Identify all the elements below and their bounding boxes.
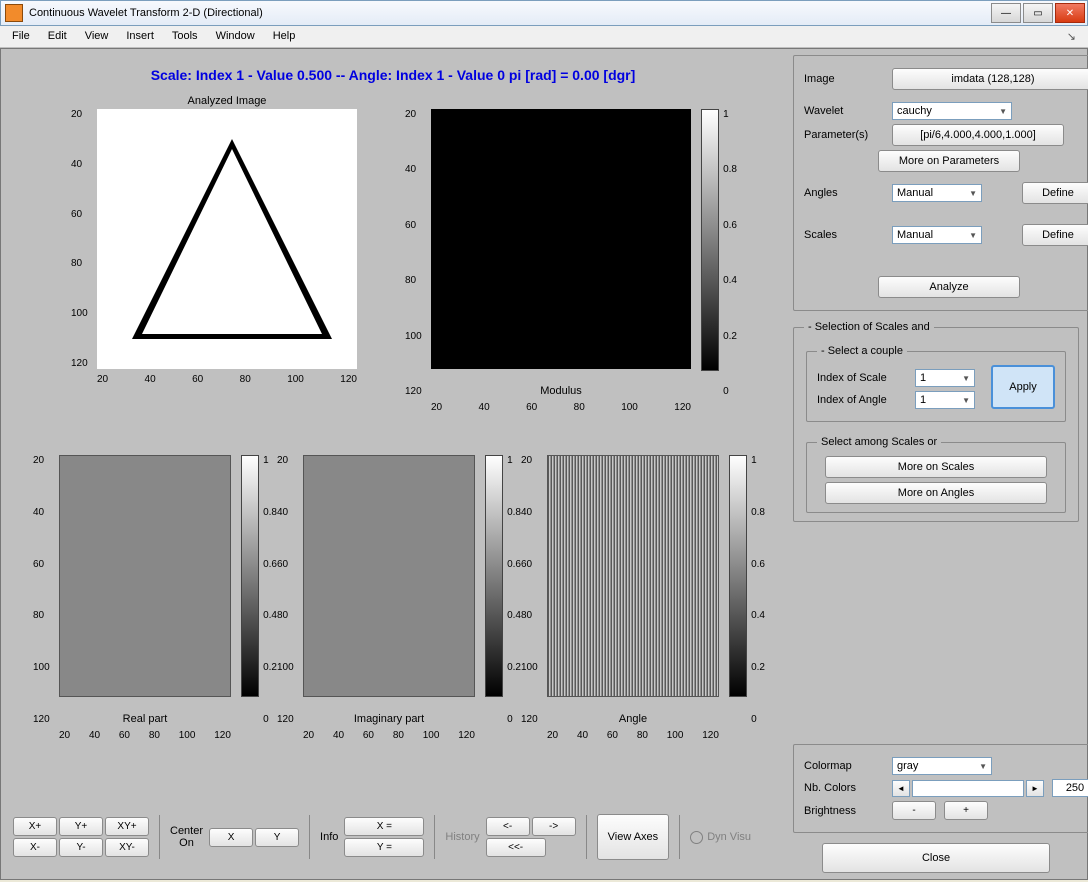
analyzed-image-plot	[97, 109, 357, 369]
scales-define-button[interactable]: Define	[1022, 224, 1088, 246]
dyn-visu-radio: Dyn Visu	[690, 831, 751, 844]
scales-dropdown[interactable]: Manual▼	[892, 226, 982, 244]
center-on-label: Center On	[170, 825, 203, 849]
info-x-button[interactable]: X =	[344, 817, 424, 836]
yminus-button[interactable]: Y-	[59, 838, 103, 857]
menu-edit[interactable]: Edit	[48, 30, 67, 43]
more-angles-button[interactable]: More on Angles	[825, 482, 1047, 504]
more-scales-button[interactable]: More on Scales	[825, 456, 1047, 478]
yplus-button[interactable]: Y+	[59, 817, 103, 836]
nbcolors-value[interactable]: 250	[1052, 779, 1088, 797]
header-text: Scale: Index 1 - Value 0.500 -- Angle: I…	[7, 55, 779, 95]
imag-part-plot	[303, 455, 475, 697]
angles-define-button[interactable]: Define	[1022, 182, 1088, 204]
params-label: Parameter(s)	[804, 129, 884, 141]
history-fwd-button[interactable]: ->	[532, 817, 576, 836]
wavelet-dropdown[interactable]: cauchy▼	[892, 102, 1012, 120]
angle-colorbar	[729, 455, 747, 697]
analyzed-yticks: 20406080100120	[71, 109, 88, 369]
info-label: Info	[320, 831, 338, 843]
real-part-plot	[59, 455, 231, 697]
angles-label: Angles	[804, 187, 884, 199]
analyzed-xticks: 20406080100120	[97, 374, 357, 385]
history-label: History	[445, 831, 479, 843]
menu-window[interactable]: Window	[216, 30, 255, 43]
modulus-xticks: 20406080100120	[431, 402, 691, 413]
close-window-button[interactable]: ✕	[1055, 3, 1085, 23]
history-back-button[interactable]: <-	[486, 817, 530, 836]
window-title: Continuous Wavelet Transform 2-D (Direct…	[27, 7, 989, 19]
close-button[interactable]: Close	[822, 843, 1050, 873]
colormap-label: Colormap	[804, 760, 884, 772]
scales-label: Scales	[804, 229, 884, 241]
brightness-minus-button[interactable]: -	[892, 801, 936, 820]
view-axes-button[interactable]: View Axes	[597, 814, 670, 860]
brightness-plus-button[interactable]: +	[944, 801, 988, 820]
center-y-button[interactable]: Y	[255, 828, 299, 847]
modulus-colorbar	[701, 109, 719, 371]
brightness-label: Brightness	[804, 805, 884, 817]
minimize-button[interactable]: —	[991, 3, 1021, 23]
xplus-button[interactable]: X+	[13, 817, 57, 836]
wavelet-label: Wavelet	[804, 105, 884, 117]
modulus-xlabel: Modulus	[431, 369, 691, 397]
params-button[interactable]: [pi/6,4.000,4.000,1.000]	[892, 124, 1064, 146]
analyze-button[interactable]: Analyze	[878, 276, 1020, 298]
xyplus-button[interactable]: XY+	[105, 817, 149, 836]
index-scale-dropdown[interactable]: 1▼	[915, 369, 975, 387]
real-xlabel: Real part	[59, 697, 231, 725]
menu-insert[interactable]: Insert	[126, 30, 154, 43]
imag-colorbar	[485, 455, 503, 697]
apply-button[interactable]: Apply	[991, 365, 1055, 409]
center-x-button[interactable]: X	[209, 828, 253, 847]
info-y-button[interactable]: Y =	[344, 838, 424, 857]
image-value-button[interactable]: imdata (128,128)	[892, 68, 1088, 90]
analyzed-title: Analyzed Image	[97, 95, 357, 109]
index-scale-label: Index of Scale	[817, 372, 907, 384]
modulus-plot	[431, 109, 691, 369]
history-undo-button[interactable]: <<-	[486, 838, 546, 857]
select-couple-legend: - Select a couple	[817, 345, 907, 357]
angle-xlabel: Angle	[547, 697, 719, 725]
menu-view[interactable]: View	[85, 30, 109, 43]
image-label: Image	[804, 73, 884, 85]
modulus-yticks: 20406080100120	[405, 109, 422, 397]
xminus-button[interactable]: X-	[13, 838, 57, 857]
menu-help[interactable]: Help	[273, 30, 296, 43]
index-angle-label: Index of Angle	[817, 394, 907, 406]
selection-title: - Selection of Scales and	[804, 321, 934, 333]
app-icon	[5, 4, 23, 22]
real-colorbar	[241, 455, 259, 697]
menu-file[interactable]: File	[12, 30, 30, 43]
xyminus-button[interactable]: XY-	[105, 838, 149, 857]
index-angle-dropdown[interactable]: 1▼	[915, 391, 975, 409]
colormap-dropdown[interactable]: gray▼	[892, 757, 992, 775]
nbcolors-slider[interactable]: ◄►	[892, 780, 1044, 797]
imag-xlabel: Imaginary part	[303, 697, 475, 725]
menu-tools[interactable]: Tools	[172, 30, 198, 43]
select-among-legend: Select among Scales or	[817, 436, 941, 448]
angles-dropdown[interactable]: Manual▼	[892, 184, 982, 202]
maximize-button[interactable]: ▭	[1023, 3, 1053, 23]
angle-plot	[547, 455, 719, 697]
nbcolors-label: Nb. Colors	[804, 782, 884, 794]
more-params-button[interactable]: More on Parameters	[878, 150, 1020, 172]
dock-icon[interactable]: ↘	[1067, 30, 1076, 43]
